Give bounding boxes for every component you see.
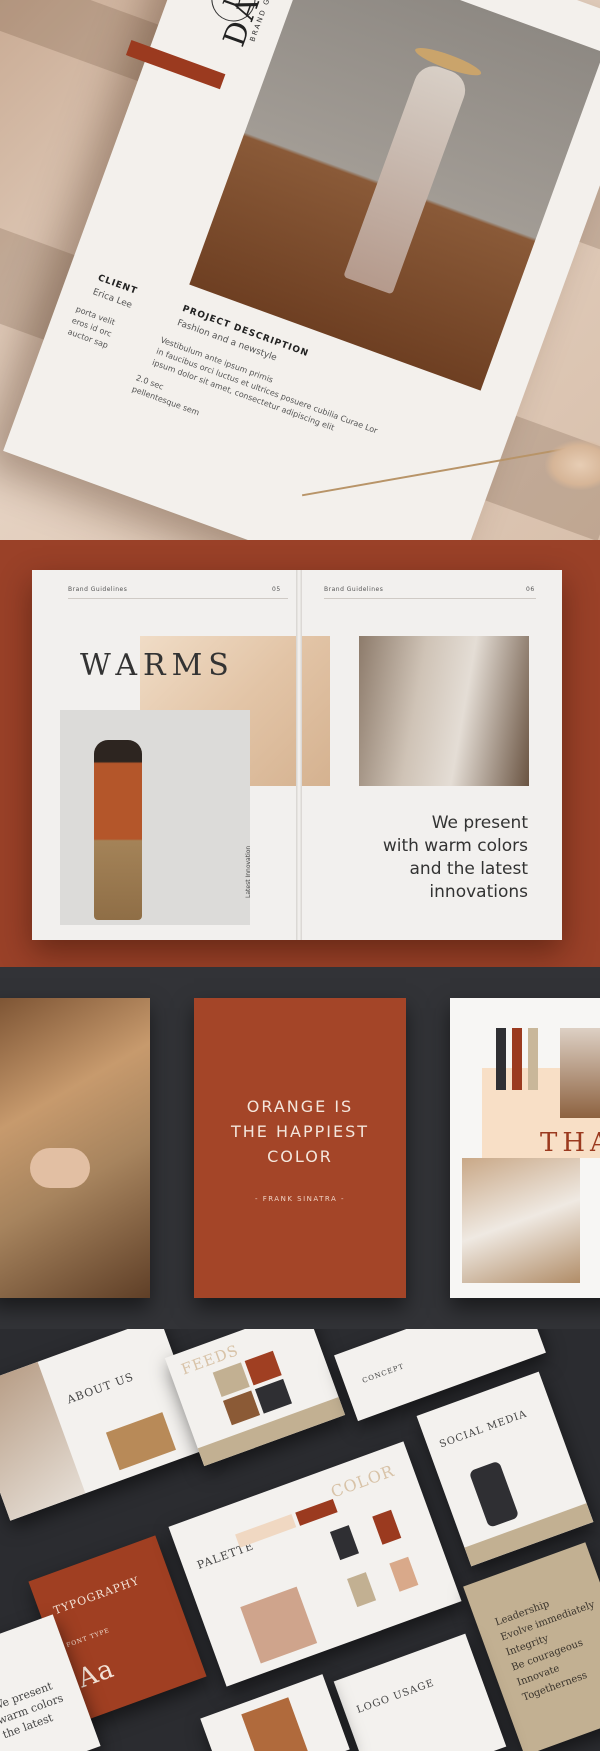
page-photo: [0, 1361, 86, 1521]
brand-pages-panel: ABOUT US FEEDS CONCEPT SOCIAL MEDIA TYPO…: [0, 1329, 600, 1751]
feed-tile: [222, 1390, 261, 1426]
about-title: ABOUT US: [65, 1370, 136, 1407]
quote-line: and the latest: [409, 859, 528, 879]
color-block: [372, 1509, 402, 1545]
color-block: [329, 1525, 359, 1561]
logo-usage-page: LOGO USAGE: [333, 1633, 507, 1751]
left-page-header: Brand Guidelines: [68, 586, 128, 593]
social-page: SOCIAL MEDIA: [416, 1371, 594, 1567]
page-photo: [105, 1412, 176, 1471]
quote-line: innovations: [429, 882, 528, 902]
page-photo: [241, 1697, 309, 1751]
model-figure: [94, 740, 142, 920]
cover-mockup-panel: D DARCY BRAND GUIDELINES CLIENT Erica Le…: [0, 0, 600, 540]
spread-quote: We present with warm colors and the late…: [308, 812, 528, 904]
magazine-spread-panel: Brand Guidelines 05 Brand Guidelines 06 …: [0, 540, 600, 967]
coat-photo: [359, 636, 529, 786]
left-page-number: 05: [272, 586, 281, 593]
pampas-plume: [545, 440, 600, 490]
color-block: [235, 1514, 297, 1548]
model-photo: [60, 710, 250, 925]
quote-line: COLOR: [267, 1146, 333, 1166]
quote-card: ORANGE IS THE HAPPIEST COLOR - FRANK SIN…: [194, 998, 406, 1298]
right-page-header: Brand Guidelines: [324, 586, 384, 593]
type-sample: Aa: [74, 1653, 119, 1695]
spine-gutter: [296, 570, 302, 940]
model-photo: [462, 1158, 580, 1283]
quote-text: ORANGE IS THE HAPPIEST COLOR: [231, 1094, 369, 1169]
project-line: pellentesque sem: [130, 384, 201, 418]
color-title: COLOR: [328, 1460, 397, 1502]
card-row-panel: ORANGE IS THE HAPPIEST COLOR - FRANK SIN…: [0, 967, 600, 1329]
concept-title: CONCEPT: [361, 1362, 406, 1385]
color-swatch: [512, 1028, 522, 1090]
open-magazine: Brand Guidelines 05 Brand Guidelines 06 …: [32, 570, 562, 940]
color-swatch: [528, 1028, 538, 1090]
quote-line: We present: [431, 813, 528, 833]
swatch-card: THA: [450, 998, 600, 1298]
swatch-headline: THA: [540, 1128, 600, 1158]
header-rule: [324, 598, 536, 599]
right-page-number: 06: [526, 586, 535, 593]
typography-title: TYPOGRAPHY: [51, 1574, 142, 1618]
vertical-caption: Latest Innovation: [245, 845, 252, 898]
page-photo: [240, 1586, 318, 1664]
color-block: [347, 1572, 377, 1608]
social-title: SOCIAL MEDIA: [438, 1408, 529, 1451]
color-block: [389, 1556, 419, 1592]
feed-tile: [254, 1378, 292, 1414]
hand-detail: [30, 1148, 90, 1188]
header-rule: [68, 598, 288, 599]
spread-headline: WARMS: [80, 648, 235, 683]
fashion-photo-card: [0, 998, 150, 1298]
quote-line: THE HAPPIEST: [230, 1121, 370, 1141]
model-photo: [560, 1028, 600, 1118]
quote-line: with warm colors: [382, 836, 528, 856]
quote-line: ORANGE IS: [246, 1096, 354, 1116]
logo-usage-title: LOGO USAGE: [355, 1677, 437, 1716]
photo-page: [200, 1674, 350, 1751]
quote-attribution: - FRANK SINATRA -: [254, 1194, 346, 1203]
phone-mockup: [468, 1460, 520, 1528]
color-block: [295, 1498, 338, 1526]
color-swatch: [496, 1028, 506, 1090]
typeface-label: FONT TYPE: [65, 1626, 111, 1650]
